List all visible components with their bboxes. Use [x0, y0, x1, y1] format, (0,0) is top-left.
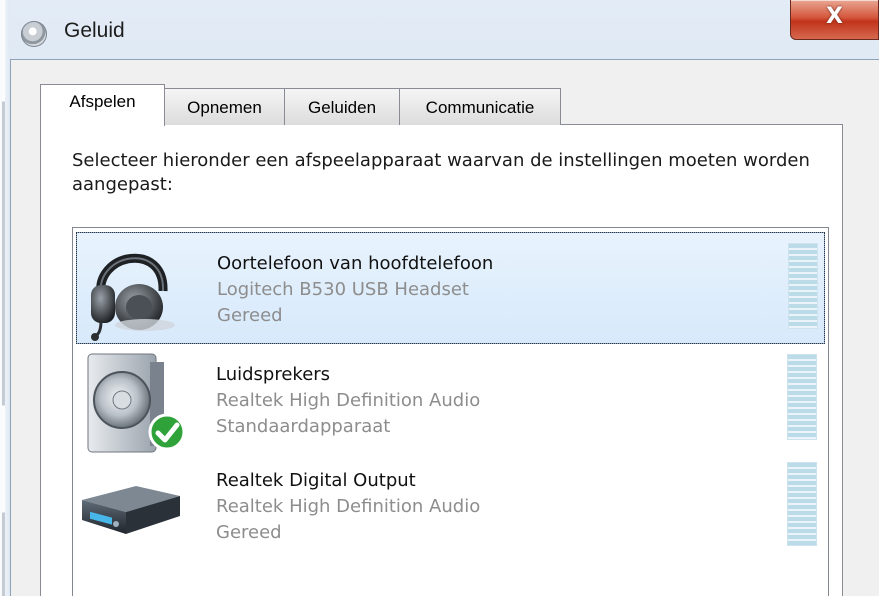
window-title: Geluid	[64, 19, 125, 42]
playback-device-list[interactable]: Oortelefoon van hoofdtelefoon Logitech B…	[72, 227, 829, 596]
tab-geluiden[interactable]: Geluiden	[284, 88, 400, 125]
close-icon: X	[826, 4, 843, 29]
default-checkmark-icon	[148, 413, 186, 451]
title-bar[interactable]: Geluid X	[0, 0, 879, 58]
tab-opnemen[interactable]: Opnemen	[164, 88, 285, 125]
device-name: Luidsprekers	[216, 364, 331, 385]
device-driver: Realtek High Definition Audio	[216, 390, 481, 411]
device-row-digital-output[interactable]: Realtek Digital Output Realtek High Defi…	[76, 456, 825, 568]
device-driver: Logitech B530 USB Headset	[217, 279, 469, 300]
digital-receiver-icon	[82, 486, 180, 534]
tab-communicatie[interactable]: Communicatie	[399, 88, 561, 125]
close-button[interactable]: X	[790, 0, 879, 40]
device-row-speakers[interactable]: Luidsprekers Realtek High Definition Aud…	[76, 348, 825, 460]
tab-label: Afspelen	[69, 92, 136, 111]
speaker-cog-icon	[21, 21, 47, 47]
device-status: Gereed	[216, 522, 282, 543]
headset-icon	[91, 253, 175, 341]
device-row-headset[interactable]: Oortelefoon van hoofdtelefoon Logitech B…	[76, 232, 825, 344]
volume-level-meter	[787, 462, 817, 546]
device-name: Oortelefoon van hoofdtelefoon	[217, 253, 494, 274]
device-status: Standaardapparaat	[216, 416, 391, 437]
device-name: Realtek Digital Output	[216, 470, 416, 491]
tab-label: Geluiden	[307, 98, 377, 117]
volume-level-meter	[788, 243, 818, 329]
tab-label: Communicatie	[425, 98, 535, 117]
window-left-edge	[0, 0, 10, 596]
tab-afspelen[interactable]: Afspelen	[40, 84, 165, 126]
volume-level-meter	[787, 354, 817, 440]
device-driver: Realtek High Definition Audio	[216, 496, 481, 517]
instruction-text: Selecteer hieronder een afspeelapparaat …	[72, 150, 810, 195]
device-status: Gereed	[217, 305, 283, 326]
tab-label: Opnemen	[187, 98, 262, 117]
